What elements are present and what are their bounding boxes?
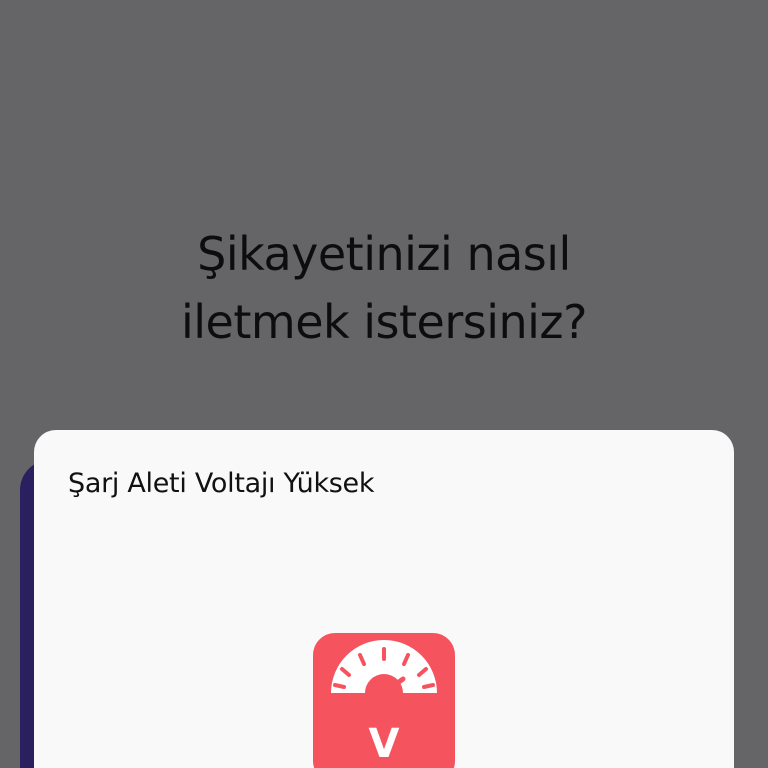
page-title: Şikayetinizi nasıl iletmek istersiniz? (0, 220, 768, 356)
screen: Şikayetinizi nasıl iletmek istersiniz? Ş… (0, 0, 768, 768)
voltmeter-icon-graphic: V (331, 640, 437, 767)
voltmeter-icon-label: V (369, 721, 400, 767)
sheet-title: Şarj Aleti Voltajı Yüksek (68, 468, 375, 499)
page-title-line-2: iletmek istersiniz? (180, 295, 588, 349)
bottom-sheet: Şarj Aleti Voltajı Yüksek V (34, 430, 734, 768)
page-title-line-1: Şikayetinizi nasıl (197, 227, 571, 281)
voltmeter-icon: V (313, 633, 455, 768)
